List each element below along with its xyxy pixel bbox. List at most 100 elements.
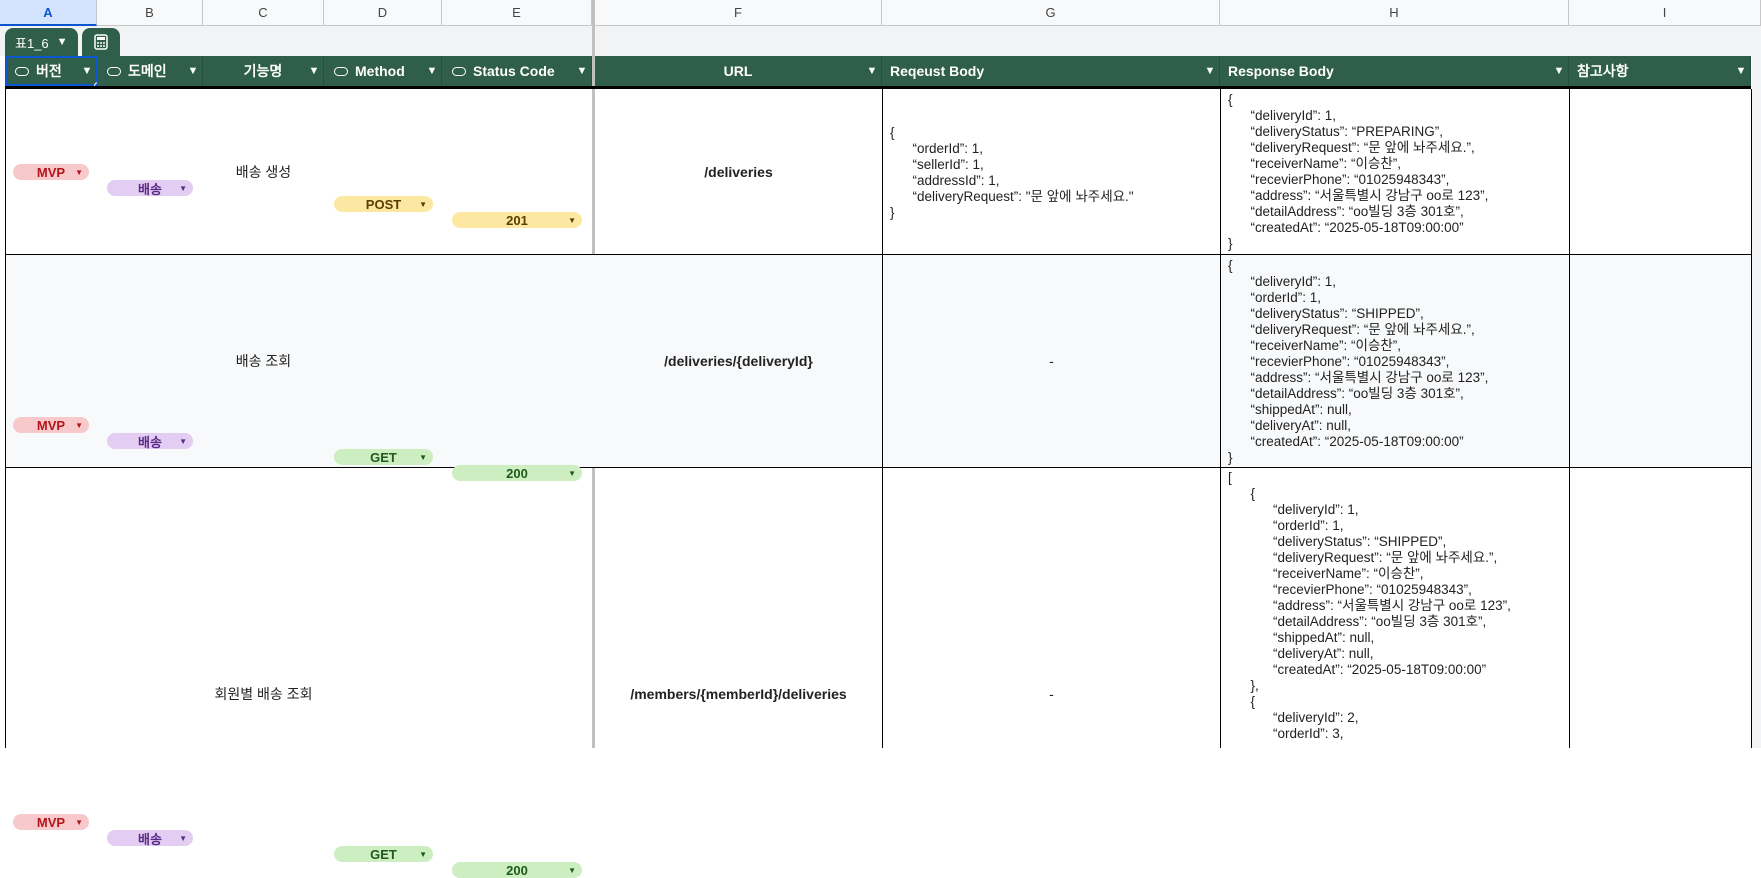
- feature-text: 회원별 배송 조회: [214, 686, 313, 702]
- domain-tag-label: 배송: [138, 181, 162, 197]
- caret-down-icon: ▼: [75, 167, 83, 177]
- chevron-down-icon[interactable]: ▼: [1201, 65, 1219, 77]
- table-name-label: 표1_6: [15, 35, 49, 51]
- header-feature-label: 기능명: [243, 63, 283, 79]
- caret-down-icon: ▼: [568, 865, 576, 875]
- column-header-e[interactable]: E: [442, 0, 592, 26]
- dropdown-type-icon: [107, 66, 121, 76]
- header-domain-label: 도메인: [128, 63, 167, 79]
- notes-cell[interactable]: [1570, 255, 1751, 467]
- header-domain[interactable]: 도메인 ▼: [97, 56, 203, 86]
- method-tag-label: GET: [370, 449, 397, 465]
- chevron-down-icon[interactable]: ▼: [1550, 65, 1568, 77]
- request-body-cell[interactable]: -: [883, 255, 1220, 467]
- caret-down-icon: ▼: [419, 849, 427, 859]
- method-tag-label: GET: [370, 846, 397, 862]
- version-tag[interactable]: MVP ▼: [13, 814, 89, 830]
- chevron-down-icon[interactable]: ▼: [78, 65, 96, 77]
- column-header-h[interactable]: H: [1220, 0, 1569, 26]
- domain-tag[interactable]: 배송 ▼: [107, 433, 193, 450]
- header-response-body[interactable]: Response Body ▼: [1220, 56, 1569, 86]
- chevron-down-icon[interactable]: ▼: [305, 65, 323, 77]
- request-body-cell[interactable]: { “orderId”: 1, “sellerId”: 1, “addressI…: [890, 125, 1134, 221]
- caret-down-icon: ▼: [419, 199, 427, 209]
- status-code-label: 200: [506, 862, 528, 878]
- header-method[interactable]: Method ▼: [324, 56, 442, 86]
- url-text: /deliveries: [704, 163, 773, 180]
- header-notes-label: 참고사항: [1577, 63, 1629, 79]
- column-header-i[interactable]: I: [1569, 0, 1761, 26]
- dropdown-type-icon: [15, 66, 29, 76]
- notes-cell[interactable]: [1570, 468, 1751, 748]
- status-code-label: 201: [506, 212, 528, 228]
- column-header-f[interactable]: F: [592, 0, 882, 26]
- url-text: /deliveries/{deliveryId}: [664, 353, 813, 369]
- feature-text: 배송 생성: [235, 163, 292, 180]
- column-header-a[interactable]: A: [0, 0, 97, 26]
- response-body-cell[interactable]: { “deliveryId”: 1, “orderId”: 1, “delive…: [1228, 258, 1488, 466]
- header-version[interactable]: 버전 ▼: [5, 56, 97, 86]
- caret-down-icon: ▼: [568, 215, 576, 225]
- column-header-g[interactable]: G: [882, 0, 1220, 26]
- domain-tag-label: 배송: [138, 434, 162, 450]
- row-divider: [5, 467, 1751, 468]
- notes-cell[interactable]: [1570, 89, 1751, 254]
- header-feature[interactable]: 기능명 ▼: [203, 56, 324, 86]
- table-name-tab[interactable]: 표1_6 ▼: [5, 28, 78, 56]
- header-version-label: 버전: [36, 63, 62, 79]
- column-header-d[interactable]: D: [324, 0, 442, 26]
- status-code-tag[interactable]: 201 ▼: [452, 212, 582, 228]
- version-tag-label: MVP: [36, 164, 66, 180]
- request-body-cell[interactable]: -: [883, 680, 1220, 708]
- feature-cell[interactable]: 회원별 배송 조회: [203, 680, 324, 708]
- request-body-text: -: [1049, 353, 1054, 369]
- version-tag[interactable]: MVP ▼: [13, 417, 89, 433]
- caret-down-icon: ▼: [419, 452, 427, 462]
- calculator-icon[interactable]: [82, 28, 120, 56]
- url-text: /members/{memberId}/deliveries: [630, 686, 847, 702]
- header-status-label: Status Code: [473, 63, 555, 79]
- url-cell[interactable]: /members/{memberId}/deliveries: [595, 680, 882, 708]
- method-tag-label: POST: [365, 196, 402, 212]
- chevron-down-icon[interactable]: ▼: [1732, 65, 1750, 77]
- right-gutter: [1752, 26, 1761, 748]
- feature-text: 배송 조회: [235, 353, 292, 369]
- response-body-cell[interactable]: [ { “deliveryId”: 1, “orderId”: 1, “deli…: [1228, 470, 1511, 742]
- method-tag[interactable]: GET ▼: [334, 846, 433, 862]
- table-toolbar-strip: [0, 26, 1761, 56]
- url-cell[interactable]: /deliveries: [595, 89, 882, 254]
- request-body-text: -: [1049, 686, 1054, 702]
- caret-down-icon: ▼: [75, 817, 83, 827]
- chevron-down-icon: ▼: [56, 36, 68, 48]
- domain-tag[interactable]: 배송 ▼: [107, 180, 193, 197]
- chevron-down-icon[interactable]: ▼: [423, 65, 441, 77]
- column-header-c[interactable]: C: [203, 0, 324, 26]
- header-notes[interactable]: 참고사항 ▼: [1569, 56, 1751, 86]
- header-request-body[interactable]: Reqeust Body ▼: [882, 56, 1220, 86]
- response-body-cell[interactable]: { “deliveryId”: 1, “deliveryStatus”: “PR…: [1228, 92, 1488, 252]
- header-method-label: Method: [355, 63, 405, 79]
- header-request-label: Reqeust Body: [890, 63, 985, 79]
- caret-down-icon: ▼: [568, 468, 576, 478]
- table-left-border: [5, 89, 6, 748]
- chevron-down-icon[interactable]: ▼: [184, 65, 202, 77]
- status-code-tag[interactable]: 200 ▼: [452, 862, 582, 878]
- dropdown-type-icon: [334, 66, 348, 76]
- feature-cell[interactable]: 배송 생성: [203, 89, 324, 254]
- caret-down-icon: ▼: [179, 183, 187, 193]
- version-tag-label: MVP: [36, 814, 66, 830]
- feature-cell[interactable]: 배송 조회: [203, 255, 324, 467]
- header-url[interactable]: URL ▼: [595, 56, 882, 86]
- method-tag[interactable]: POST ▼: [334, 196, 433, 212]
- domain-tag[interactable]: 배송 ▼: [107, 830, 193, 847]
- status-code-tag[interactable]: 200 ▼: [452, 465, 582, 481]
- chevron-down-icon[interactable]: ▼: [573, 65, 591, 77]
- url-cell[interactable]: /deliveries/{deliveryId}: [595, 255, 882, 467]
- header-status-code[interactable]: Status Code ▼: [442, 56, 592, 86]
- caret-down-icon: ▼: [75, 420, 83, 430]
- chevron-down-icon[interactable]: ▼: [863, 65, 881, 77]
- domain-tag-label: 배송: [138, 831, 162, 847]
- version-tag[interactable]: MVP ▼: [13, 164, 89, 180]
- column-header-b[interactable]: B: [97, 0, 203, 26]
- method-tag[interactable]: GET ▼: [334, 449, 433, 465]
